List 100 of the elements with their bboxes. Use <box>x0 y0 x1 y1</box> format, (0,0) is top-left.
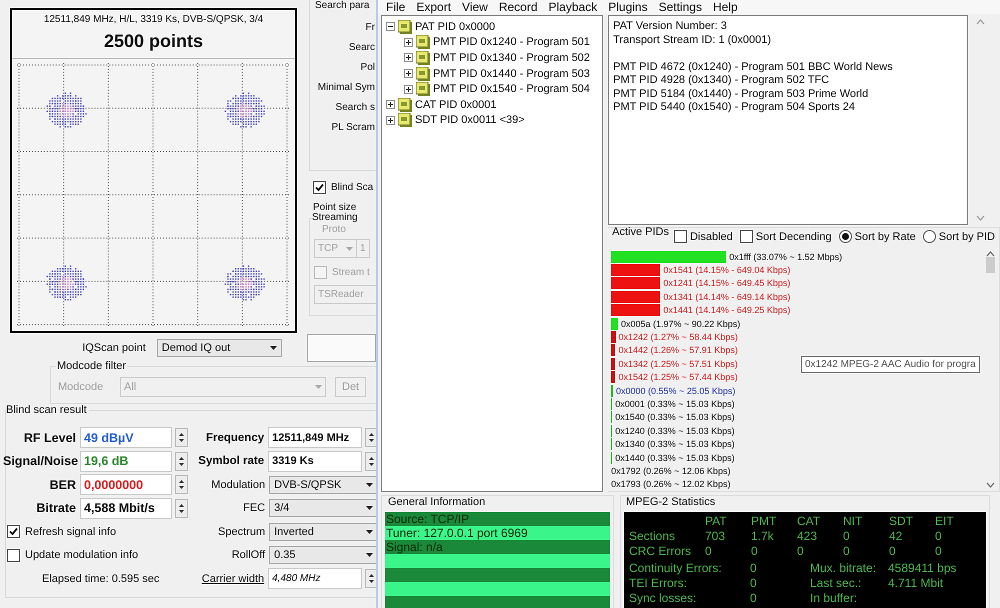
tree-item[interactable]: PMT PID 0x1340 - Program 502 <box>433 52 590 64</box>
checkbox[interactable] <box>313 181 326 194</box>
spinner-icon[interactable] <box>365 452 376 471</box>
info-line: Signal: n/a <box>386 540 443 554</box>
info-line: PMT PID 4928 (0x1340) - Program 502 TFC <box>613 74 830 88</box>
pid-rate[interactable]: 0x0000 (0.55% ~ 25.05 Kbps) <box>616 386 736 396</box>
counter-value: 4589411 bps <box>888 561 958 575</box>
pid-rate[interactable]: 0x1542 (1.25% ~ 57.44 Kbps) <box>618 372 738 382</box>
tree-item[interactable]: CAT PID 0x0001 <box>415 98 497 111</box>
pid-rate[interactable]: 0x1341 (14.14% - 649.14 Kbps) <box>663 292 790 302</box>
table-icon <box>398 98 412 112</box>
value-field[interactable]: 12511,849 MHz <box>268 427 362 448</box>
tree-item[interactable]: PMT PID 0x1540 - Program 504 <box>433 83 590 96</box>
radio-label: Sort by PID <box>938 230 995 243</box>
dropdown[interactable]: DVB-S/QPSK <box>269 476 376 494</box>
pid-rate[interactable]: 0x1441 (14.14% - 649.25 Kbps) <box>663 305 790 316</box>
tree-item[interactable]: PAT PID 0x0000 <box>415 20 496 33</box>
field-label: Point size <box>313 202 356 213</box>
spinner-icon[interactable] <box>175 498 188 518</box>
table-cell-text: 42 <box>889 529 904 543</box>
column-header: PMT <box>751 514 778 528</box>
pid-rate[interactable]: 0x1fff (33.07% ~ 1.52 Mbps) <box>729 252 842 262</box>
tree-item[interactable]: PMT PID 0x1440 - Program 503 <box>433 68 590 80</box>
info-line: PAT Version Number: 3 <box>613 20 728 34</box>
table-cell-text: 0 <box>935 529 943 543</box>
expand-icon[interactable] <box>386 116 395 125</box>
expand-icon[interactable] <box>386 100 395 110</box>
expand-icon[interactable] <box>404 53 413 62</box>
caret-icon[interactable] <box>270 346 277 350</box>
menu-item[interactable]: File <box>382 0 412 14</box>
radio-button[interactable] <box>838 230 852 244</box>
menu-item[interactable]: Export <box>412 0 458 14</box>
caret-icon[interactable] <box>366 506 373 510</box>
checkbox-label: Blind Sca <box>331 182 374 193</box>
checkbox[interactable] <box>740 230 753 244</box>
carrier-width-link[interactable]: Carrier width <box>188 572 264 585</box>
value-field[interactable]: 0,0000000 <box>80 474 172 496</box>
pid-rate[interactable]: 0x1793 (0.26% ~ 12.02 Kbps) <box>611 479 730 490</box>
table-cell-text: 0 <box>843 529 851 543</box>
caret-icon[interactable] <box>366 553 373 558</box>
expand-icon[interactable] <box>404 69 413 78</box>
menu-item[interactable]: View <box>458 0 495 14</box>
dropdown[interactable]: Inverted <box>269 522 376 541</box>
checkbox[interactable] <box>7 525 20 538</box>
pid-rate[interactable]: 0x005a (1.97% ~ 90.22 Kbps) <box>620 318 740 329</box>
menu-item[interactable]: Help <box>708 0 745 14</box>
column-header: NIT <box>843 514 864 528</box>
value-field[interactable]: 19,6 dB <box>80 450 172 472</box>
pid-rate[interactable]: 0x1340 (0.33% ~ 15.03 Kbps) <box>615 439 735 450</box>
counter-value: 0 <box>750 576 758 590</box>
caret-icon[interactable] <box>366 482 373 487</box>
tree-item[interactable]: PMT PID 0x1240 - Program 501 <box>433 36 590 48</box>
spinner-icon[interactable] <box>175 475 188 494</box>
checkbox[interactable] <box>314 266 327 279</box>
counter-label: Continuity Errors: <box>629 561 723 575</box>
dropdown[interactable]: 0.35 <box>269 546 376 564</box>
value-field[interactable]: 4,480 MHz <box>268 568 362 590</box>
field-label: Bitrate <box>35 501 76 516</box>
table-cell-text: 0 <box>843 544 851 558</box>
expand-icon[interactable] <box>404 38 413 47</box>
menu-item[interactable]: Plugins <box>604 0 655 14</box>
checkbox-label: Refresh signal info <box>25 526 116 538</box>
pid-rate[interactable]: 0x1442 (1.26% ~ 57.91 Kbps) <box>618 345 738 356</box>
scroll-down-icon[interactable] <box>986 482 995 488</box>
pid-rate[interactable]: 0x0001 (0.33% ~ 15.03 Kbps) <box>615 398 735 409</box>
radio-button[interactable] <box>922 230 936 244</box>
collapse-icon[interactable] <box>386 22 395 32</box>
menu-item[interactable]: Playback <box>544 0 604 14</box>
spinner-icon[interactable] <box>175 452 188 471</box>
checkbox[interactable] <box>674 230 687 244</box>
checkbox-label: Disabled <box>690 230 733 243</box>
caret-icon[interactable] <box>366 530 373 534</box>
group-title: Blind scan result <box>6 404 89 416</box>
tree-item[interactable]: SDT PID 0x0011 <39> <box>415 114 525 126</box>
pid-rate[interactable]: 0x1240 (0.33% ~ 15.03 Kbps) <box>615 426 735 436</box>
pid-rate[interactable]: 0x1541 (14.15% - 649.04 Kbps) <box>663 265 790 276</box>
pid-rate[interactable]: 0x1342 (1.25% ~ 57.51 Kbps) <box>618 358 738 369</box>
constellation-caption: 12511,849 MHz, H/L, 3319 Ks, DVB-S/QPSK, 3/4 <box>44 14 264 25</box>
spinner-icon[interactable] <box>175 428 188 448</box>
expand-icon[interactable] <box>404 84 413 94</box>
pid-rate[interactable]: 0x1540 (0.33% ~ 15.03 Kbps) <box>615 412 735 422</box>
dropdown[interactable]: 3/4 <box>269 499 376 518</box>
pid-rate[interactable]: 0x1242 (1.27% ~ 58.44 Kbps) <box>618 332 738 342</box>
scroll-up-icon[interactable] <box>986 250 995 257</box>
pid-rate[interactable]: 0x1241 (14.15% - 649.45 Kbps) <box>663 278 790 288</box>
pid-rate[interactable]: 0x1792 (0.26% ~ 12.06 Kbps) <box>611 466 730 476</box>
menu-item[interactable]: Record <box>494 0 545 14</box>
column-header: PAT <box>705 514 728 528</box>
value-field[interactable]: 49 dBµV <box>80 427 172 448</box>
value-field[interactable]: 4,588 Mbit/s <box>80 498 172 519</box>
constellation-title: 2500 points <box>104 31 204 52</box>
checkbox[interactable] <box>7 548 20 562</box>
iqscan-select[interactable]: Demod IQ out <box>156 339 282 357</box>
pid-rate[interactable]: 0x1440 (0.33% ~ 15.03 Kbps) <box>615 452 735 463</box>
spinner-icon[interactable] <box>365 428 376 448</box>
value-field[interactable]: 3319 Ks <box>268 450 362 472</box>
scrollbar-thumb[interactable] <box>986 256 995 273</box>
menu-item[interactable]: Settings <box>654 0 709 14</box>
spinner-icon[interactable] <box>365 569 376 588</box>
counter-label: Sync losses: <box>629 591 698 605</box>
